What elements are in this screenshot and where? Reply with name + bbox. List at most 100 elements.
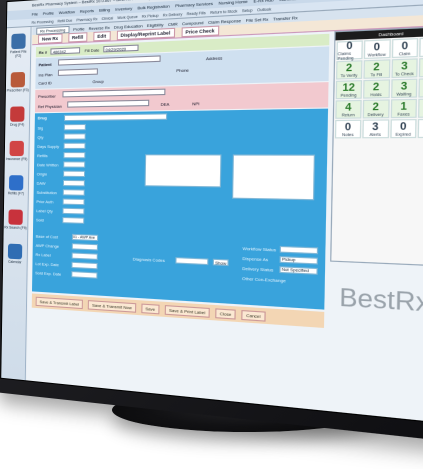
sidebar-item[interactable]: Refills (F7) <box>5 175 28 196</box>
fill-date-input[interactable]: 04/29/2020 <box>103 44 139 53</box>
bottom-button[interactable]: Save <box>141 302 160 314</box>
menu-item[interactable]: Profile <box>43 10 54 16</box>
action-button[interactable]: Display/Reprint Label <box>116 27 175 41</box>
toolbar-item[interactable]: Rx Pickup <box>142 13 159 18</box>
toolbar-item[interactable]: Refill Due <box>57 18 72 23</box>
sidebar-item[interactable]: Patient File (F2) <box>7 33 30 58</box>
toolbar-item[interactable]: Outlook <box>257 7 271 12</box>
dashboard-tile[interactable]: 0Refill Due <box>419 36 423 58</box>
toolbar-item[interactable]: Pharmacy Rx <box>76 17 97 22</box>
menu-item[interactable]: Nursing Home <box>219 0 248 6</box>
drug-field-input[interactable] <box>62 207 85 215</box>
toolbar-item[interactable]: Return to Stock <box>210 9 237 15</box>
toolbar-item[interactable]: Setup <box>242 8 253 13</box>
menu-item[interactable]: E-Rx Hub <box>253 0 273 4</box>
menu-item[interactable]: Pharmacy Services <box>175 1 213 9</box>
dashboard-tile[interactable]: 8Picked <box>419 57 423 78</box>
action-button[interactable]: New Rx <box>38 33 63 44</box>
drug-field-input[interactable] <box>63 133 86 140</box>
drug-field-input[interactable] <box>63 152 86 159</box>
toolbar-item[interactable]: Ready Fills <box>187 10 206 15</box>
cost-field-input[interactable] <box>71 243 98 251</box>
ins-plan-input[interactable] <box>57 68 98 76</box>
tab[interactable]: CMR <box>168 21 178 27</box>
bottom-button[interactable]: Save & Transmit Label <box>35 296 84 309</box>
drug-field-input[interactable] <box>63 142 86 149</box>
drug-field-input[interactable] <box>62 189 85 196</box>
dashboard-tile[interactable]: 3 To Check <box>390 58 419 79</box>
dashboard-tile[interactable]: 0Total <box>417 118 423 139</box>
sig-textarea[interactable] <box>144 154 222 188</box>
dashboard-tile[interactable]: 2 Holds <box>362 79 390 99</box>
dashboard-tile[interactable]: 3 Waiting <box>390 78 418 99</box>
toolbar-item[interactable]: Clinical <box>102 16 114 21</box>
tab[interactable]: File Set Rx <box>246 16 269 23</box>
cost-field-input[interactable] <box>71 252 98 260</box>
dashboard-tile[interactable]: 0 Claims Pending <box>336 39 363 61</box>
action-button[interactable]: Edit <box>93 31 111 42</box>
dashboard-tile[interactable]: 0 Claim <box>391 38 419 59</box>
dashboard-tile[interactable]: 4 Return <box>335 99 362 119</box>
action-button[interactable]: Refill <box>67 32 88 43</box>
show-button[interactable]: Show <box>212 258 229 267</box>
workflow-select[interactable] <box>279 245 319 255</box>
dashboard-tile[interactable]: 1 Faxes <box>390 98 418 119</box>
sidebar-item[interactable]: Rx Search (F9) <box>4 209 27 230</box>
action-button[interactable]: Price Check <box>180 25 220 38</box>
menu-item[interactable]: File <box>32 11 38 16</box>
patient-input[interactable] <box>58 55 162 66</box>
cost-field-input[interactable] <box>71 271 98 279</box>
tab[interactable]: Profile <box>73 26 84 32</box>
menu-item[interactable]: Administration <box>279 0 309 2</box>
dispense-select[interactable]: Pickup <box>279 256 318 265</box>
sidebar-item[interactable]: Drug (F4) <box>6 106 29 127</box>
dashboard-tile[interactable]: 2 Delivery <box>362 99 390 119</box>
diagnosis-input[interactable] <box>175 257 209 266</box>
menu-item[interactable]: Workflow <box>59 9 75 15</box>
sidebar-item[interactable]: Insurance (F5) <box>5 140 28 161</box>
tab[interactable]: Compound <box>182 19 204 26</box>
drug-field-input[interactable] <box>63 170 86 178</box>
drug-field-input[interactable] <box>62 179 85 187</box>
sidebar-item[interactable]: Calendar <box>4 243 27 264</box>
rx-number-input[interactable]: 486342 <box>50 47 81 55</box>
delivery-select[interactable]: Not Specified <box>279 266 318 275</box>
notes-textarea[interactable] <box>232 154 316 201</box>
tab[interactable]: Reverse Rx <box>89 24 110 30</box>
toolbar-item[interactable]: Rx Delivery <box>163 12 182 17</box>
dashboard-tile[interactable]: 3 Alerts <box>361 119 389 139</box>
tab[interactable]: Transfer Rx <box>273 14 298 21</box>
tab[interactable]: Claim Response <box>208 17 241 24</box>
cost-field-input[interactable] <box>71 261 98 270</box>
drug-field-input[interactable] <box>62 198 85 206</box>
dashboard-tile[interactable]: 12 Pending <box>335 80 362 100</box>
dashboard-tile[interactable]: 2 To Verify <box>335 60 363 80</box>
drug-field-input[interactable] <box>63 161 86 168</box>
menu-item[interactable]: Reports <box>80 8 94 14</box>
cost-field-input[interactable]: 01 - AWP Ave <box>71 233 99 242</box>
bottom-button[interactable]: Save & Transmit Now <box>88 299 136 313</box>
menu-item[interactable]: Inventory <box>115 6 132 12</box>
bottom-button[interactable]: Close <box>215 307 236 320</box>
dashboard-tile[interactable]: 2Sync <box>418 77 423 98</box>
dashboard-tile[interactable]: 0 Workflow <box>363 39 391 60</box>
tab[interactable]: Drug Education <box>114 22 143 29</box>
bottom-button[interactable]: Cancel <box>241 309 266 322</box>
ref-physician-input[interactable] <box>66 99 149 108</box>
menu-item[interactable]: Billing <box>99 7 110 13</box>
dashboard-tile[interactable]: 5eRx <box>418 98 423 118</box>
phone-label: Phone <box>176 67 189 74</box>
drug-field-input[interactable] <box>62 216 85 224</box>
menu-item[interactable]: Bulk Registration <box>137 3 169 10</box>
dashboard-tile[interactable]: 0 Expired <box>389 119 417 139</box>
prescriber-input[interactable] <box>62 88 166 98</box>
bottom-button[interactable]: Save & Print Label <box>164 304 210 318</box>
dashboard-tile[interactable]: 0 Notes <box>334 119 362 139</box>
dashboard-tile[interactable]: 2 To Fill <box>363 59 390 79</box>
sidebar-item[interactable]: Prescriber (F3) <box>6 71 29 93</box>
toolbar-item[interactable]: Rx Processing <box>32 19 54 24</box>
toolbar-item[interactable]: Work Queue <box>117 14 137 19</box>
drug-field-input[interactable] <box>63 123 86 131</box>
drug-input[interactable] <box>64 113 168 122</box>
tab[interactable]: Eligibility <box>147 21 164 27</box>
